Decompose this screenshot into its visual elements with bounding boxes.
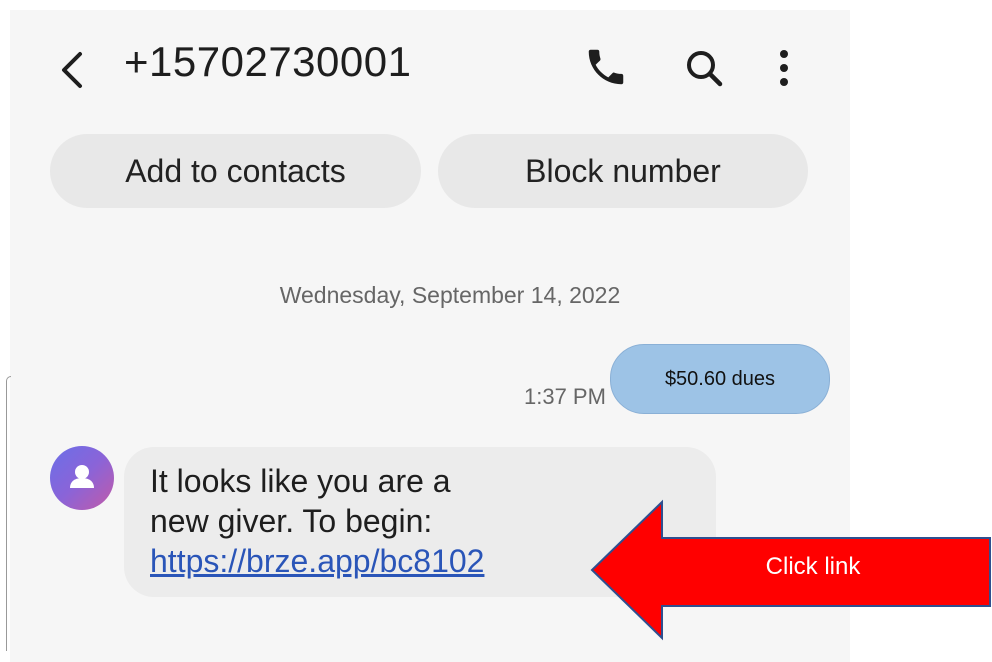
block-number-button[interactable]: Block number <box>438 134 808 208</box>
back-arrow-icon[interactable] <box>52 48 92 92</box>
sender-avatar[interactable] <box>50 446 114 510</box>
message-line-1: It looks like you are a <box>150 463 451 499</box>
panel-edge-divider <box>6 376 11 651</box>
phone-icon[interactable] <box>583 44 629 90</box>
person-icon <box>70 465 94 488</box>
message-link[interactable]: https://brze.app/bc8102 <box>150 543 484 579</box>
top-bar: +15702730001 <box>10 10 850 125</box>
more-vertical-icon[interactable] <box>770 44 798 92</box>
search-icon[interactable] <box>682 46 726 90</box>
annotation-label: Click link <box>765 553 861 580</box>
received-message-text: It looks like you are a new giver. To be… <box>150 461 570 581</box>
sent-message-time: 1:37 PM <box>524 384 606 409</box>
message-line-2: new giver. To begin: <box>150 503 433 539</box>
sent-message-bubble[interactable]: $50.60 dues <box>610 344 830 414</box>
add-to-contacts-button[interactable]: Add to contacts <box>50 134 421 208</box>
contact-number-title: +15702730001 <box>124 38 412 85</box>
conversation-date: Wednesday, September 14, 2022 <box>279 282 621 308</box>
